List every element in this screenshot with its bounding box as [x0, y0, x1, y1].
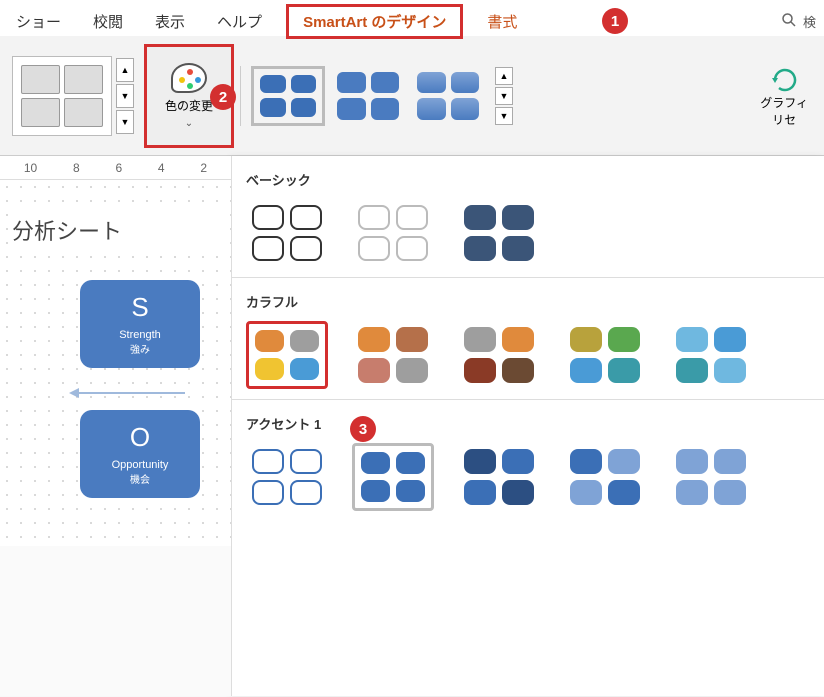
- swatch-accent1-3[interactable]: [458, 443, 540, 511]
- slide-title: 分析シート: [10, 210, 221, 250]
- layout-up-button[interactable]: ▲: [116, 58, 134, 82]
- swot-o-en: Opportunity: [88, 459, 192, 471]
- search-box[interactable]: 検: [781, 12, 816, 31]
- reset-label-2: リセ: [772, 111, 796, 128]
- ruler-2: 2: [200, 161, 207, 175]
- style-nav: ▲ ▼ ▼: [495, 67, 513, 125]
- swot-s-letter: S: [88, 292, 192, 323]
- layout-nav: ▲ ▼ ▼: [116, 58, 134, 134]
- reset-label-1: グラフィ: [760, 94, 808, 111]
- ruler: 10 8 6 4 2: [0, 156, 231, 180]
- palette-icon: [171, 63, 207, 93]
- color-dropdown-panel: ベーシック カラフル: [232, 156, 824, 696]
- chevron-down-icon: ⌄: [185, 118, 193, 129]
- accent1-row: [246, 443, 810, 511]
- tab-help[interactable]: ヘルプ: [209, 7, 270, 36]
- swot-o-jp: 機会: [88, 471, 192, 486]
- swatch-colorful-5[interactable]: [670, 321, 752, 389]
- style-thumb-1[interactable]: [251, 66, 325, 126]
- basic-row: [246, 199, 810, 267]
- slide-pane: 10 8 6 4 2 分析シート S Strength 強み O Opportu…: [0, 156, 232, 696]
- ruler-8: 8: [73, 161, 80, 175]
- style-up-button[interactable]: ▲: [495, 67, 513, 85]
- swatch-colorful-3[interactable]: [458, 321, 540, 389]
- main-area: 10 8 6 4 2 分析シート S Strength 強み O Opportu…: [0, 156, 824, 696]
- ribbon-tabs: ショー 校閲 表示 ヘルプ SmartArt のデザイン 書式 検: [0, 0, 824, 36]
- swatch-basic-2[interactable]: [352, 199, 434, 267]
- style-more-button[interactable]: ▼: [495, 107, 513, 125]
- section-basic-title: ベーシック: [246, 170, 810, 189]
- ruler-10: 10: [24, 161, 37, 175]
- swot-o-block[interactable]: O Opportunity 機会: [80, 410, 200, 498]
- swot-s-block[interactable]: S Strength 強み: [80, 280, 200, 368]
- swot-s-en: Strength: [88, 329, 192, 341]
- tab-smartart-design[interactable]: SmartArt のデザイン: [286, 4, 463, 39]
- callout-2: 2: [210, 84, 236, 110]
- divider-1: [232, 277, 824, 278]
- ruler-4: 4: [158, 161, 165, 175]
- swatch-accent1-4[interactable]: [564, 443, 646, 511]
- divider-2: [232, 399, 824, 400]
- tab-slideshow[interactable]: ショー: [8, 7, 69, 36]
- tab-review[interactable]: 校閲: [85, 7, 131, 36]
- swot-o-letter: O: [88, 422, 192, 453]
- change-colors-label: 色の変更: [165, 97, 213, 114]
- style-down-button[interactable]: ▼: [495, 87, 513, 105]
- search-icon: [781, 12, 797, 31]
- swot-s-jp: 強み: [88, 341, 192, 356]
- style-thumb-3[interactable]: [411, 66, 485, 126]
- swot-arrow: [65, 386, 185, 400]
- swatch-accent1-1[interactable]: [246, 443, 328, 511]
- tab-format[interactable]: 書式: [479, 7, 525, 36]
- section-colorful-title: カラフル: [246, 292, 810, 311]
- swatch-basic-3[interactable]: [458, 199, 540, 267]
- swatch-colorful-4[interactable]: [564, 321, 646, 389]
- ruler-6: 6: [115, 161, 122, 175]
- swatch-basic-1[interactable]: [246, 199, 328, 267]
- style-thumb-2[interactable]: [331, 66, 405, 126]
- layout-thumb[interactable]: [12, 56, 112, 136]
- layout-gallery: ▲ ▼ ▼: [8, 52, 138, 140]
- search-label: 検: [803, 12, 816, 31]
- swatch-colorful-2[interactable]: [352, 321, 434, 389]
- callout-1: 1: [602, 8, 628, 34]
- reset-graphic-button[interactable]: グラフィ リセ: [752, 60, 816, 132]
- reset-icon: [769, 64, 799, 94]
- section-accent1-title: アクセント 1: [246, 414, 810, 433]
- tab-view[interactable]: 表示: [147, 7, 193, 36]
- layout-more-button[interactable]: ▼: [116, 110, 134, 134]
- callout-3: 3: [350, 416, 376, 442]
- ribbon-toolbar: ▲ ▼ ▼ 色の変更 ⌄ ▲ ▼ ▼ グラフィ リセ: [0, 36, 824, 156]
- slide-canvas[interactable]: 分析シート S Strength 強み O Opportunity 機会: [0, 180, 231, 546]
- style-gallery: ▲ ▼ ▼: [240, 66, 513, 126]
- layout-down-button[interactable]: ▼: [116, 84, 134, 108]
- swatch-accent1-5[interactable]: [670, 443, 752, 511]
- swatch-accent1-2[interactable]: [352, 443, 434, 511]
- swatch-colorful-1[interactable]: [246, 321, 328, 389]
- colorful-row: [246, 321, 810, 389]
